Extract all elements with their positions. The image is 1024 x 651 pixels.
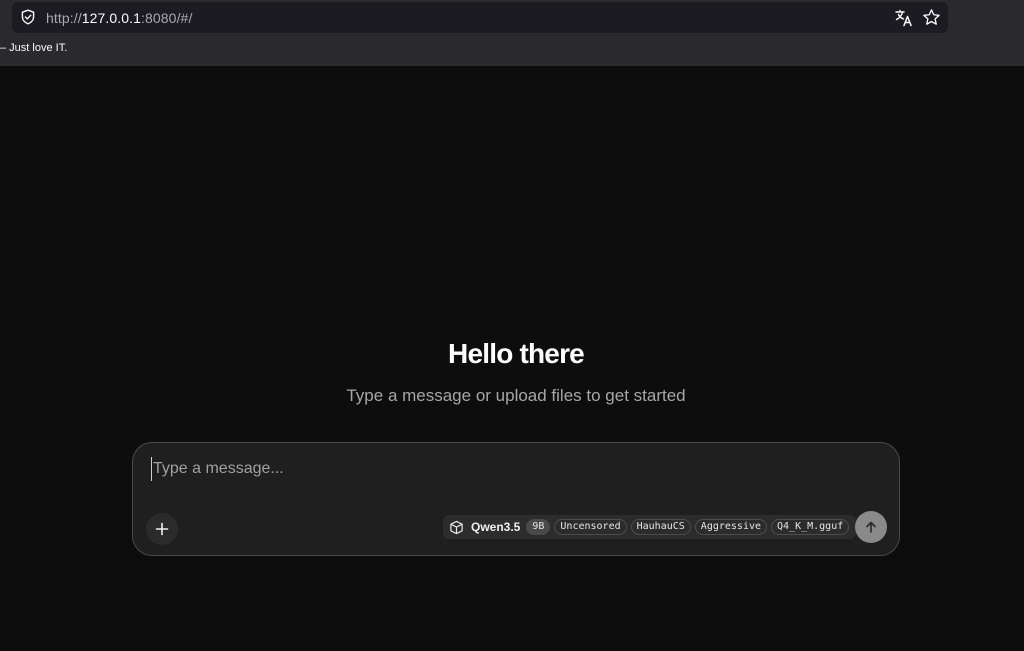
browser-toolbar: http://127.0.0.1:8080/#/ – Just love IT. xyxy=(0,0,1024,66)
chat-main: Hello there Type a message or upload fil… xyxy=(0,66,1024,651)
model-tag: Q4_K_M.gguf xyxy=(771,519,850,535)
model-tag-size: 9B xyxy=(526,519,551,535)
greeting-subtitle: Type a message or upload files to get st… xyxy=(346,386,686,405)
bookmark-item[interactable]: – Just love IT. xyxy=(0,42,67,60)
url-scheme: http:// xyxy=(46,10,82,26)
plus-icon xyxy=(155,522,169,536)
model-selector[interactable]: Qwen3.5 9B Uncensored HauhauCS Aggressiv… xyxy=(443,515,857,539)
add-attachment-button[interactable] xyxy=(146,513,178,545)
model-tag: Aggressive xyxy=(694,519,768,535)
star-icon[interactable] xyxy=(922,8,941,27)
box-icon xyxy=(450,520,463,534)
model-tag: HauhauCS xyxy=(630,519,691,535)
url-rest: :8080/#/ xyxy=(141,10,193,26)
greeting-title: Hello there xyxy=(448,338,585,369)
model-name: Qwen3.5 xyxy=(471,520,521,534)
translate-icon[interactable] xyxy=(894,8,914,28)
arrow-up-icon xyxy=(866,521,876,533)
shield-icon[interactable] xyxy=(20,9,36,25)
url-host: 127.0.0.1 xyxy=(81,10,142,26)
message-composer: Qwen3.5 9B Uncensored HauhauCS Aggressiv… xyxy=(132,442,900,556)
model-tag: Uncensored xyxy=(554,519,627,535)
send-button[interactable] xyxy=(855,511,887,543)
address-bar[interactable]: http://127.0.0.1:8080/#/ xyxy=(12,2,948,33)
message-input[interactable] xyxy=(151,457,851,481)
url-text[interactable]: http://127.0.0.1:8080/#/ xyxy=(46,10,192,26)
